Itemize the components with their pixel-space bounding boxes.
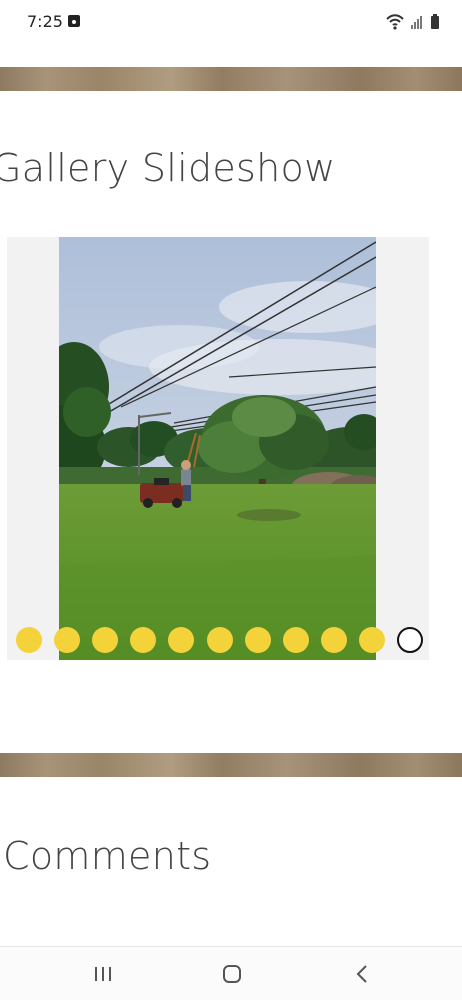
slide-dot-4[interactable] [130,627,157,653]
home-button[interactable] [217,961,247,987]
slide-dot-5[interactable] [168,627,195,653]
recents-button[interactable] [88,961,118,987]
slide-image[interactable] [59,237,376,660]
back-button[interactable] [347,961,377,987]
slide-dot-7[interactable] [244,627,271,653]
slide-dot-1[interactable] [16,627,42,653]
status-bar: 7:25 [0,0,462,46]
gallery-title: Gallery Slideshow [0,146,336,190]
slide-dot-6[interactable] [206,627,233,653]
slide-dot-9[interactable] [320,627,347,653]
battery-icon [431,14,439,29]
page: 7:25 Gallery Slideshow Comments [0,0,462,1000]
wifi-icon [386,14,404,30]
status-icons [386,13,440,31]
recents-icon [95,967,111,981]
back-icon [356,965,367,983]
slide-dot-3[interactable] [92,627,119,653]
slide-dot-8[interactable] [282,627,309,653]
home-icon [223,965,241,983]
slide-indicator [7,627,429,653]
slide-dot-11[interactable] [397,627,423,653]
top-wood-divider [0,67,462,91]
status-time: 7:25 [27,12,63,31]
slide-dot-10[interactable] [358,627,385,653]
slide-dot-2[interactable] [54,627,81,653]
comments-title: Comments [3,834,212,878]
gallery-slideshow[interactable] [7,237,429,660]
bottom-wood-divider [0,753,462,777]
lawn-photo [59,237,376,660]
gallery-icon [68,15,80,27]
android-navigation-bar [0,946,462,1000]
signal-icon [411,16,422,29]
